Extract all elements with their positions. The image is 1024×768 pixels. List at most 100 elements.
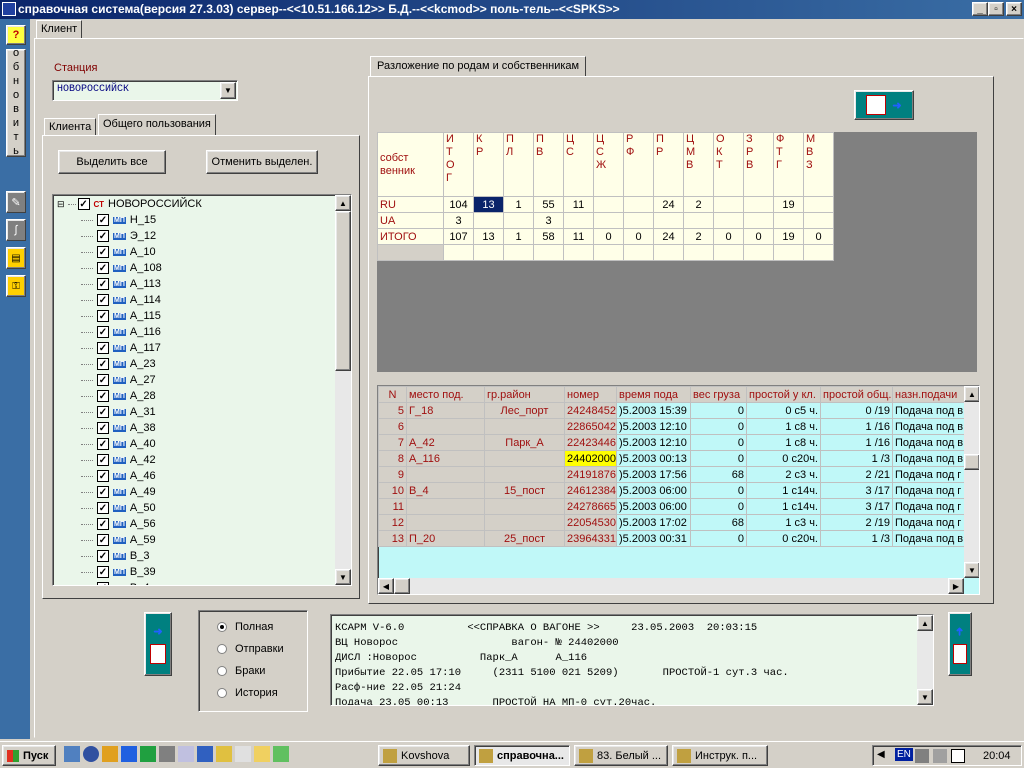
details-cell[interactable]: 0 /19 [820, 402, 893, 419]
report-type-option[interactable]: Полная [217, 621, 273, 633]
matrix-cell[interactable] [563, 212, 594, 229]
calc-icon[interactable] [159, 746, 175, 762]
scroll-down-icon[interactable]: ▼ [964, 562, 979, 578]
details-cell[interactable]: 8 [378, 450, 407, 467]
tab-client[interactable]: Клиент [36, 20, 83, 39]
excel-icon[interactable] [140, 746, 156, 762]
details-cell[interactable]: Лес_порт [484, 402, 565, 419]
scroll-thumb[interactable] [335, 211, 351, 371]
checkbox[interactable]: ✓ [97, 486, 109, 498]
matrix-column-header[interactable]: ПЛ [503, 132, 534, 197]
taskbar-task[interactable]: Инструк. п... [672, 745, 768, 766]
details-cell[interactable]: 0 [690, 482, 747, 499]
folders-icon-button[interactable]: ▤ [6, 247, 26, 269]
matrix-row-label[interactable]: UA [377, 212, 444, 229]
checkbox[interactable]: ✓ [77, 198, 90, 210]
details-cell[interactable]: 24402000 [564, 450, 617, 467]
details-column-header[interactable]: номер [564, 386, 617, 403]
matrix-column-header[interactable]: ИТОГ [443, 132, 474, 197]
tab-decomposition[interactable]: Разложение по родам и собственникам [370, 56, 587, 77]
matrix-column-header[interactable]: ФТГ [773, 132, 804, 197]
pencil-icon-button[interactable]: ✎ [6, 191, 26, 213]
checkbox[interactable]: ✓ [97, 534, 109, 546]
matrix-column-header[interactable]: ПВ [533, 132, 564, 197]
details-cell[interactable]: 1 с8 ч. [746, 434, 821, 451]
checkbox[interactable]: ✓ [97, 518, 109, 530]
tree-item[interactable]: ✓ МП А_59 [81, 532, 156, 548]
deselect-button[interactable]: Отменить выделен. [206, 150, 318, 174]
tree-item[interactable]: ✓ МП А_50 [81, 500, 156, 516]
key-icon-button[interactable]: ⚿ [6, 275, 26, 297]
details-cell[interactable]: 6 [378, 418, 407, 435]
details-cell[interactable] [484, 418, 565, 435]
tree-item[interactable]: ✓ МП В_39 [81, 564, 156, 580]
checkbox[interactable]: ✓ [97, 342, 109, 354]
details-cell[interactable]: Парк_А [484, 434, 565, 451]
send-right-button[interactable]: ➜ [948, 612, 972, 676]
details-cell[interactable]: )5.2003 12:10 [616, 418, 691, 435]
desktop-icon[interactable] [64, 746, 80, 762]
tree-item[interactable]: ✓ МП В_3 [81, 548, 149, 564]
details-cell[interactable]: 0 с20ч. [746, 450, 821, 467]
matrix-column-header[interactable]: ЗРВ [743, 132, 774, 197]
checkbox[interactable]: ✓ [97, 230, 109, 242]
details-cell[interactable]: Подача под в [892, 450, 965, 467]
checkbox[interactable]: ✓ [97, 262, 109, 274]
taskbar-task[interactable]: 83. Белый ... [574, 745, 668, 766]
checkbox[interactable]: ✓ [97, 278, 109, 290]
matrix-column-header[interactable]: ЦСЖ [593, 132, 624, 197]
details-cell[interactable]: 23964331 [564, 530, 617, 547]
matrix-cell[interactable]: 19 [773, 228, 804, 245]
details-cell[interactable]: 12 [378, 514, 407, 531]
matrix-cell[interactable]: 104 [443, 196, 474, 213]
tree-item[interactable]: ✓ МП А_23 [81, 356, 156, 372]
matrix-cell[interactable] [593, 212, 624, 229]
scroll-up-icon[interactable]: ▲ [964, 386, 979, 402]
matrix-cell[interactable]: 0 [803, 228, 834, 245]
minimize-button[interactable]: _ [972, 2, 988, 16]
msn-icon[interactable] [83, 746, 99, 762]
details-row[interactable]: 9 24191876)5.2003 17:56 68 2 с3 ч. 2 /21 Пода… [378, 466, 965, 483]
matrix-cell[interactable]: 58 [533, 228, 564, 245]
matrix-cell[interactable] [473, 212, 504, 229]
details-cell[interactable]: 9 [378, 466, 407, 483]
details-cell[interactable] [484, 450, 565, 467]
details-cell[interactable]: 0 [690, 418, 747, 435]
folder-icon[interactable] [254, 746, 270, 762]
taskbar-task[interactable]: Kovshova [378, 745, 470, 766]
image-icon[interactable] [273, 746, 289, 762]
details-cell[interactable] [484, 466, 565, 483]
checkbox[interactable]: ✓ [97, 214, 109, 226]
details-cell[interactable]: Подача под г [892, 466, 965, 483]
details-row[interactable]: 12 22054530)5.2003 17:02 68 1 с3 ч. 2 /19 Под… [378, 514, 965, 531]
scroll-down-icon[interactable]: ▼ [335, 569, 351, 585]
matrix-column-header[interactable]: ЦМВ [683, 132, 714, 197]
details-cell[interactable]: )5.2003 12:10 [616, 434, 691, 451]
doc-icon[interactable] [235, 746, 251, 762]
checkbox[interactable]: ✓ [97, 438, 109, 450]
details-cell[interactable]: )5.2003 17:02 [616, 514, 691, 531]
matrix-cell[interactable]: 1 [503, 196, 534, 213]
checkbox[interactable]: ✓ [97, 454, 109, 466]
matrix-cell[interactable]: 19 [773, 196, 804, 213]
ie-icon[interactable] [121, 746, 137, 762]
details-cell[interactable]: В_4 [406, 482, 485, 499]
details-cell[interactable] [406, 466, 485, 483]
tree-item[interactable]: ✓ МП А_49 [81, 484, 156, 500]
tree-scrollbar[interactable]: ▲ ▼ [335, 195, 351, 585]
tree-item[interactable]: ✓ МП В_4 [81, 580, 149, 585]
checkbox[interactable]: ✓ [97, 470, 109, 482]
tree-item[interactable]: ✓ МП А_38 [81, 420, 156, 436]
details-row[interactable]: 10 В_4 15_пост 24612384)5.2003 06:00 0 1 с14ч… [378, 482, 965, 499]
details-cell[interactable]: Подача под г [892, 498, 965, 515]
tree-item[interactable]: ✓ МП А_27 [81, 372, 156, 388]
details-cell[interactable]: 68 [690, 466, 747, 483]
details-cell[interactable]: )5.2003 15:39 [616, 402, 691, 419]
matrix-cell[interactable]: 24 [653, 196, 684, 213]
checkbox[interactable]: ✓ [97, 246, 109, 258]
details-hscrollbar[interactable]: ◀ ▶ [378, 578, 964, 594]
scroll-right-icon[interactable]: ▶ [948, 578, 964, 594]
details-cell[interactable]: 13 [378, 530, 407, 547]
help-button[interactable]: ? [6, 25, 26, 45]
details-cell[interactable]: 24278665 [564, 498, 617, 515]
